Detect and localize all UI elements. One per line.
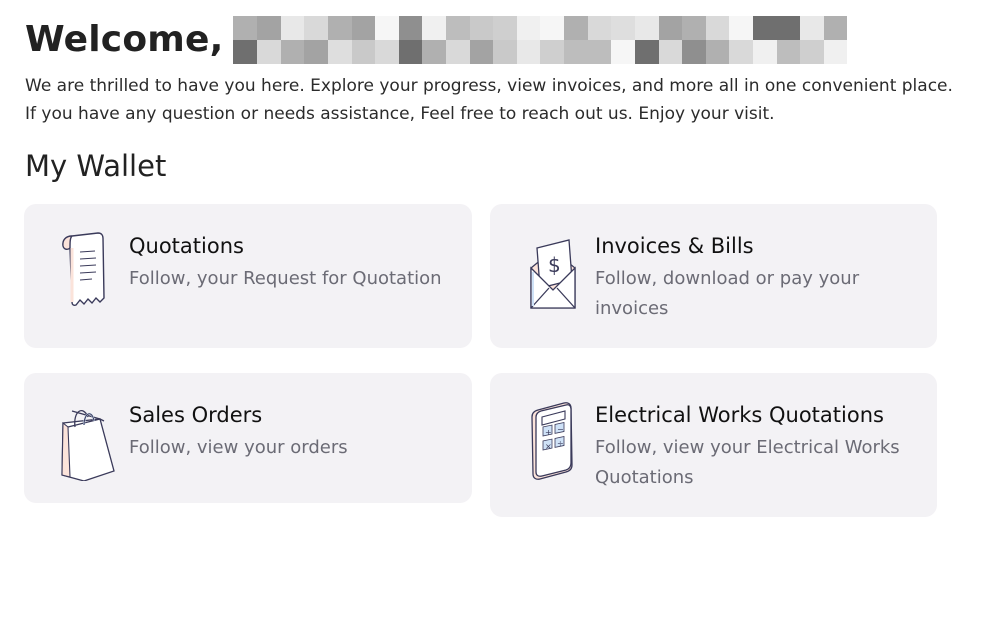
envelope-dollar-icon: $ — [524, 228, 582, 312]
svg-text:$: $ — [548, 253, 561, 277]
redaction-pixel — [233, 40, 258, 64]
redaction-pixel — [540, 40, 565, 64]
redaction-pixel — [753, 16, 777, 40]
svg-text:÷: ÷ — [557, 439, 564, 448]
redaction-pixel — [516, 16, 541, 40]
redaction-pixel — [587, 16, 612, 40]
welcome-intro-text: We are thrilled to have you here. Explor… — [25, 76, 953, 124]
redaction-pixel — [304, 16, 328, 40]
redaction-pixel — [422, 16, 446, 40]
redaction-pixel — [351, 16, 376, 40]
redacted-user-name — [233, 16, 848, 64]
sales-orders-card-text: Sales Orders Follow, view your orders — [129, 401, 448, 463]
redaction-pixel — [422, 40, 446, 64]
page: Welcome, We are thrilled to have you her… — [0, 0, 1008, 634]
redaction-pixel — [280, 16, 305, 40]
redaction-pixel — [327, 16, 352, 40]
redaction-pixel — [800, 40, 824, 64]
redaction-pixel — [729, 40, 753, 64]
invoices-bills-card[interactable]: $ Invoices & Bills Follow, download or p… — [490, 204, 937, 348]
redaction-pixel — [705, 16, 730, 40]
invoices-bills-card-title: Invoices & Bills — [595, 234, 754, 258]
redaction-pixel — [280, 40, 305, 64]
shopping-bag-icon — [58, 397, 116, 481]
redaction-pixel — [823, 40, 848, 64]
redaction-pixel — [705, 40, 730, 64]
sales-orders-card-description: Follow, view your orders — [129, 437, 348, 458]
redaction-pixel — [398, 16, 423, 40]
svg-text:×: × — [545, 442, 552, 451]
redaction-pixel — [658, 40, 683, 64]
redaction-pixel — [634, 16, 659, 40]
redaction-pixel — [257, 40, 281, 64]
welcome-title: Welcome, — [25, 19, 224, 60]
welcome-row: Welcome, — [25, 16, 848, 64]
redaction-pixel — [469, 40, 494, 64]
redaction-pixel — [257, 16, 281, 40]
redaction-pixel — [375, 40, 399, 64]
calculator-icon: + − × ÷ — [524, 397, 582, 481]
redaction-pixel — [469, 16, 494, 40]
redaction-pixel — [800, 16, 824, 40]
quotations-card-text: Quotations Follow, your Request for Quot… — [129, 232, 448, 294]
redaction-pixel — [351, 40, 376, 64]
electrical-works-quotations-card[interactable]: + − × ÷ Electrical Works Quotations Foll… — [490, 373, 937, 517]
redaction-pixel — [398, 40, 423, 64]
svg-text:+: + — [545, 428, 552, 437]
invoices-bills-card-text: Invoices & Bills Follow, download or pay… — [595, 232, 913, 324]
redaction-pixel — [682, 16, 706, 40]
invoices-bills-card-description: Follow, download or pay your invoices — [595, 268, 860, 319]
quotations-card-description: Follow, your Request for Quotation — [129, 268, 442, 289]
sales-orders-card[interactable]: Sales Orders Follow, view your orders — [24, 373, 472, 503]
redaction-pixel — [776, 40, 801, 64]
redaction-pixel — [823, 16, 848, 40]
wallet-section-title: My Wallet — [25, 149, 167, 183]
redaction-pixel — [658, 16, 683, 40]
redaction-pixel — [611, 16, 635, 40]
redaction-pixel — [304, 40, 328, 64]
quotations-card[interactable]: Quotations Follow, your Request for Quot… — [24, 204, 472, 348]
redaction-pixel — [587, 40, 612, 64]
redaction-pixel — [776, 16, 801, 40]
redaction-pixel — [516, 40, 541, 64]
receipt-icon — [58, 228, 116, 312]
redaction-pixel — [446, 40, 470, 64]
redaction-pixel — [493, 16, 517, 40]
redaction-pixel — [446, 16, 470, 40]
electrical-works-quotations-card-title: Electrical Works Quotations — [595, 403, 884, 427]
electrical-works-quotations-card-description: Follow, view your Electrical Works Quota… — [595, 437, 900, 488]
redaction-pixel — [493, 40, 517, 64]
redaction-pixel — [682, 40, 706, 64]
svg-text:−: − — [557, 425, 564, 434]
redaction-pixel — [753, 40, 777, 64]
redaction-pixel — [327, 40, 352, 64]
redaction-pixel — [233, 16, 258, 40]
redaction-pixel — [375, 16, 399, 40]
electrical-works-quotations-card-text: Electrical Works Quotations Follow, view… — [595, 401, 913, 493]
quotations-card-title: Quotations — [129, 234, 244, 258]
redaction-pixel — [611, 40, 635, 64]
sales-orders-card-title: Sales Orders — [129, 403, 263, 427]
redaction-pixel — [634, 40, 659, 64]
redaction-pixel — [729, 16, 753, 40]
redaction-pixel — [564, 40, 588, 64]
redaction-pixel — [540, 16, 565, 40]
redaction-pixel — [564, 16, 588, 40]
